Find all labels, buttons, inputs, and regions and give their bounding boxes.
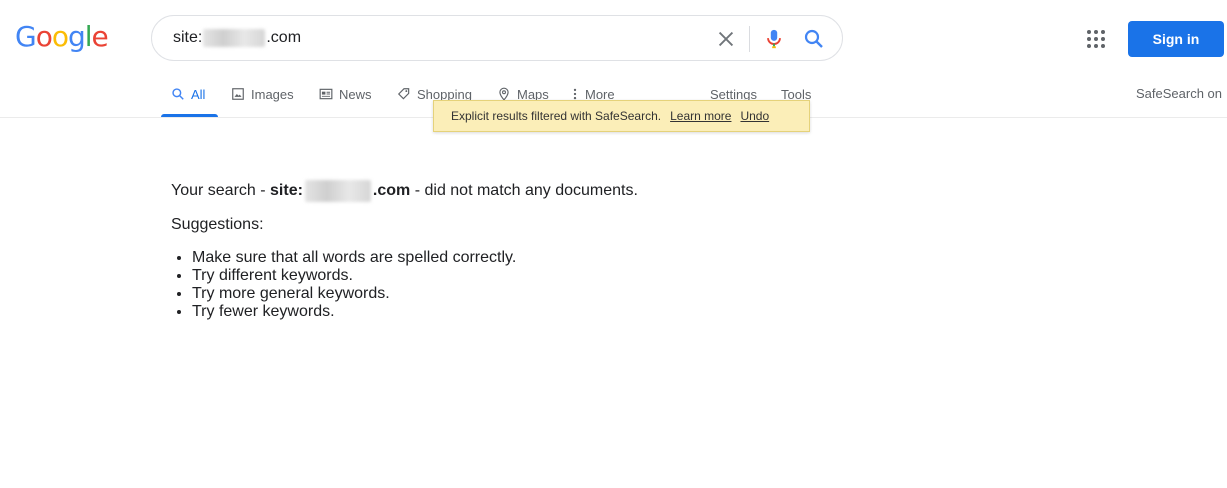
logo-letter: G <box>15 20 37 53</box>
tab-images[interactable]: Images <box>231 82 294 117</box>
more-vert-icon <box>573 88 577 100</box>
microphone-icon[interactable] <box>763 27 785 51</box>
search-term-suffix: .com <box>372 182 411 199</box>
suggestion-item: Try different keywords. <box>192 267 638 285</box>
map-pin-icon <box>499 87 509 101</box>
learn-more-link[interactable]: Learn more <box>670 109 731 123</box>
suggestion-item: Try more general keywords. <box>192 285 638 303</box>
logo-letter: g <box>67 20 86 53</box>
logo-letter: o <box>35 20 53 53</box>
no-match-suffix: - did not match any documents. <box>410 182 638 199</box>
logo-letter: l <box>84 20 93 53</box>
redacted-domain <box>203 29 266 47</box>
apps-grid-icon[interactable] <box>1086 29 1106 49</box>
safesearch-status[interactable]: SafeSearch on <box>1136 86 1222 101</box>
suggestion-item: Try fewer keywords. <box>192 303 638 321</box>
tab-label: News <box>339 87 372 102</box>
tab-all[interactable]: All <box>171 82 205 117</box>
no-match-prefix: Your search - <box>171 182 271 199</box>
suggestions-list: Make sure that all words are spelled cor… <box>171 249 638 321</box>
close-icon[interactable] <box>715 28 737 50</box>
search-term-prefix: site: <box>270 182 303 199</box>
notice-text: Explicit results filtered with SafeSearc… <box>451 109 662 123</box>
redacted-domain <box>304 180 371 202</box>
no-match-line: Your search - site: .com - did not match… <box>171 180 638 202</box>
logo-letter: o <box>51 20 69 53</box>
search-icon[interactable] <box>802 27 826 51</box>
google-logo[interactable]: Google <box>15 20 109 53</box>
query-prefix: site: <box>173 29 203 46</box>
suggestion-item: Make sure that all words are spelled cor… <box>192 249 638 267</box>
safesearch-notice: Explicit results filtered with SafeSearc… <box>433 100 810 132</box>
query-suffix: .com <box>266 29 302 46</box>
tab-news[interactable]: News <box>319 82 372 117</box>
search-divider <box>749 26 750 52</box>
suggestions-title: Suggestions: <box>171 216 264 233</box>
tab-label: All <box>191 87 206 102</box>
search-input[interactable]: site: .com <box>173 29 301 47</box>
tab-label: Images <box>251 87 294 102</box>
image-icon <box>232 88 244 100</box>
undo-link[interactable]: Undo <box>740 109 769 123</box>
search-icon <box>172 88 184 100</box>
logo-letter: e <box>91 20 109 53</box>
search-box[interactable]: site: .com <box>151 15 843 61</box>
no-results-message: Your search - site: .com - did not match… <box>171 180 638 321</box>
newspaper-icon <box>319 88 333 100</box>
sign-in-button[interactable]: Sign in <box>1128 21 1224 57</box>
tag-icon <box>397 88 410 100</box>
